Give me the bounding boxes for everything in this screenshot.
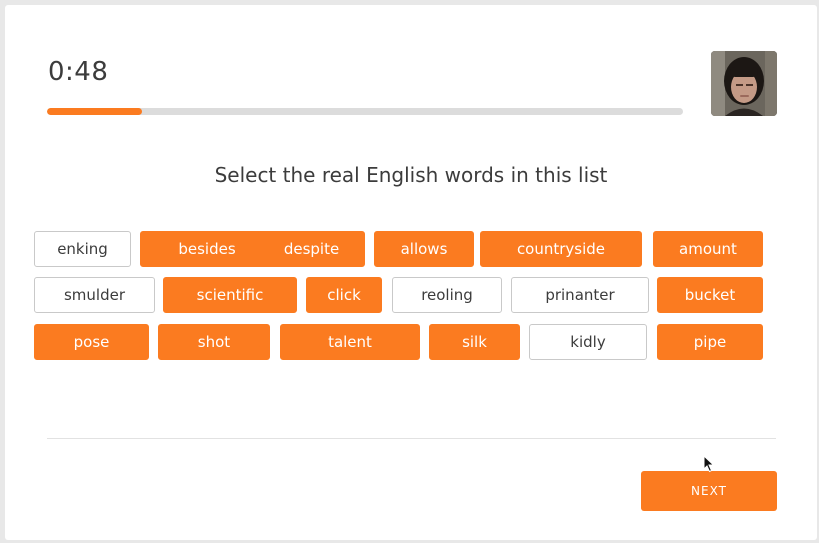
- word-option[interactable]: pose: [34, 324, 149, 360]
- word-option[interactable]: scientific: [163, 277, 297, 313]
- word-option[interactable]: countryside: [480, 231, 642, 267]
- question-prompt: Select the real English words in this li…: [214, 163, 608, 187]
- word-option[interactable]: prinanter: [511, 277, 649, 313]
- word-option[interactable]: besides: [140, 231, 274, 267]
- webcam-preview-icon: [711, 51, 777, 116]
- word-option[interactable]: enking: [34, 231, 131, 267]
- word-option[interactable]: reoling: [392, 277, 502, 313]
- webcam-portrait-icon: [711, 51, 777, 116]
- progress-bar: [47, 108, 683, 115]
- word-option[interactable]: silk: [429, 324, 520, 360]
- word-option[interactable]: smulder: [34, 277, 155, 313]
- countdown-timer: 0:48: [48, 57, 109, 87]
- progress-bar-fill: [47, 108, 143, 115]
- word-option[interactable]: click: [306, 277, 382, 313]
- word-option[interactable]: talent: [280, 324, 420, 360]
- next-button[interactable]: NEXT: [641, 471, 777, 511]
- word-option[interactable]: shot: [158, 324, 270, 360]
- word-option[interactable]: amount: [653, 231, 763, 267]
- mouse-pointer-icon: [703, 455, 715, 473]
- word-option[interactable]: pipe: [657, 324, 763, 360]
- word-option[interactable]: allows: [374, 231, 474, 267]
- test-card: 0:48 Select the real English words in th…: [5, 5, 817, 540]
- word-option[interactable]: bucket: [657, 277, 763, 313]
- footer-divider: [47, 438, 776, 439]
- word-option[interactable]: kidly: [529, 324, 647, 360]
- word-option[interactable]: despite: [258, 231, 365, 267]
